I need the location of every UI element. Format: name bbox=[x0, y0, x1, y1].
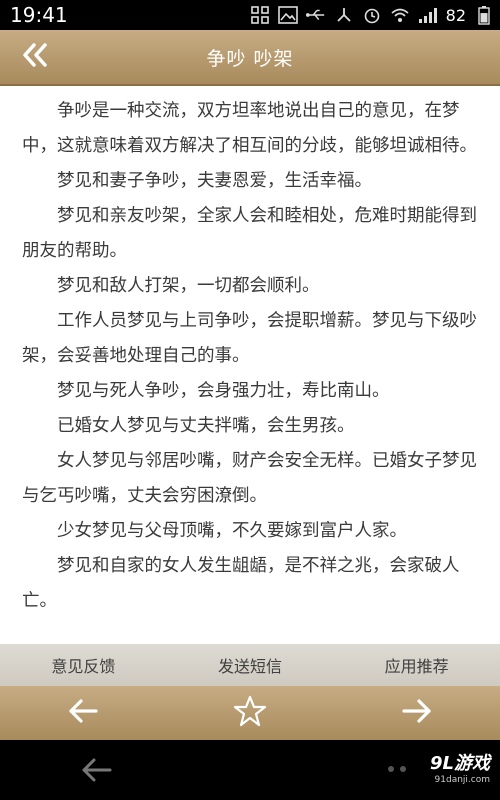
back-arrow-icon bbox=[78, 758, 114, 790]
status-bar: 19:41 82 bbox=[0, 0, 500, 30]
wifi-icon bbox=[390, 5, 410, 25]
system-back-button[interactable] bbox=[78, 754, 114, 786]
status-icons: 82 bbox=[250, 0, 494, 30]
grid-icon bbox=[250, 5, 270, 25]
indicator-dot bbox=[400, 766, 406, 772]
article-content[interactable]: 争吵是一种交流，双方坦率地说出自己的意见，在梦中，这就意味着双方解决了相互间的分… bbox=[0, 86, 500, 644]
feedback-button[interactable]: 意见反馈 bbox=[0, 653, 167, 677]
article-paragraph: 梦见和敌人打架，一切都会顺利。 bbox=[57, 276, 320, 296]
indicator-dot bbox=[388, 766, 394, 772]
next-button[interactable] bbox=[387, 690, 447, 736]
previous-button[interactable] bbox=[53, 690, 113, 736]
navigation-bar bbox=[0, 686, 500, 740]
title-bar: 争吵 吵架 bbox=[0, 30, 500, 86]
article-paragraph: 工作人员梦见与上司争吵，会提职增薪。梦见与下级吵架，会妥善地处理自己的事。 bbox=[22, 311, 477, 366]
alarm-icon bbox=[362, 5, 382, 25]
watermark-logo: 9L游戏 bbox=[430, 753, 490, 774]
send-sms-button[interactable]: 发送短信 bbox=[167, 653, 334, 677]
article-paragraph: 梦见和自家的女人发生龃龉，是不祥之兆，会家破人亡。 bbox=[22, 556, 460, 611]
app-recommend-button[interactable]: 应用推荐 bbox=[333, 653, 500, 677]
article-body: 争吵是一种交流，双方坦率地说出自己的意见，在梦中，这就意味着双方解决了相互间的分… bbox=[0, 86, 500, 619]
bottom-menu: 意见反馈 发送短信 应用推荐 bbox=[0, 644, 500, 686]
article-paragraph: 已婚女人梦见与丈夫拌嘴，会生男孩。 bbox=[57, 416, 355, 436]
watermark: 9L游戏 91danji.com bbox=[430, 754, 490, 786]
article-paragraph: 梦见与死人争吵，会身强力壮，寿比南山。 bbox=[57, 381, 390, 401]
favorite-button[interactable] bbox=[220, 690, 280, 736]
system-navigation-bar: 9L游戏 91danji.com bbox=[0, 740, 500, 800]
star-outline-icon bbox=[233, 695, 267, 731]
back-button[interactable] bbox=[12, 37, 58, 77]
article-paragraph: 梦见和亲友吵架，全家人会和睦相处，危难时期能得到朋友的帮助。 bbox=[22, 206, 477, 261]
arrow-right-icon bbox=[401, 698, 433, 728]
article-paragraph: 少女梦见与父母顶嘴，不久要嫁到富户人家。 bbox=[57, 521, 407, 541]
battery-icon bbox=[474, 5, 494, 25]
status-time: 19:41 bbox=[10, 3, 68, 27]
watermark-url: 91danji.com bbox=[434, 775, 490, 785]
image-icon bbox=[277, 5, 298, 25]
double-chevron-left-icon bbox=[21, 42, 49, 72]
page-title: 争吵 吵架 bbox=[206, 47, 294, 70]
article-paragraph: 争吵是一种交流，双方坦率地说出自己的意见，在梦中，这就意味着双方解决了相互间的分… bbox=[22, 101, 477, 156]
article-paragraph: 女人梦见与邻居吵嘴，财产会安全无样。已婚女子梦见与乞丐吵嘴，丈夫会穷困潦倒。 bbox=[22, 451, 477, 506]
page-indicator bbox=[388, 766, 406, 772]
network-icon bbox=[334, 5, 354, 25]
signal-icon bbox=[418, 5, 438, 25]
arrow-left-icon bbox=[67, 698, 99, 728]
battery-level: 82 bbox=[445, 5, 466, 25]
usb-icon bbox=[305, 5, 326, 25]
article-paragraph: 梦见和妻子争吵，夫妻恩爱，生活幸福。 bbox=[57, 171, 372, 191]
